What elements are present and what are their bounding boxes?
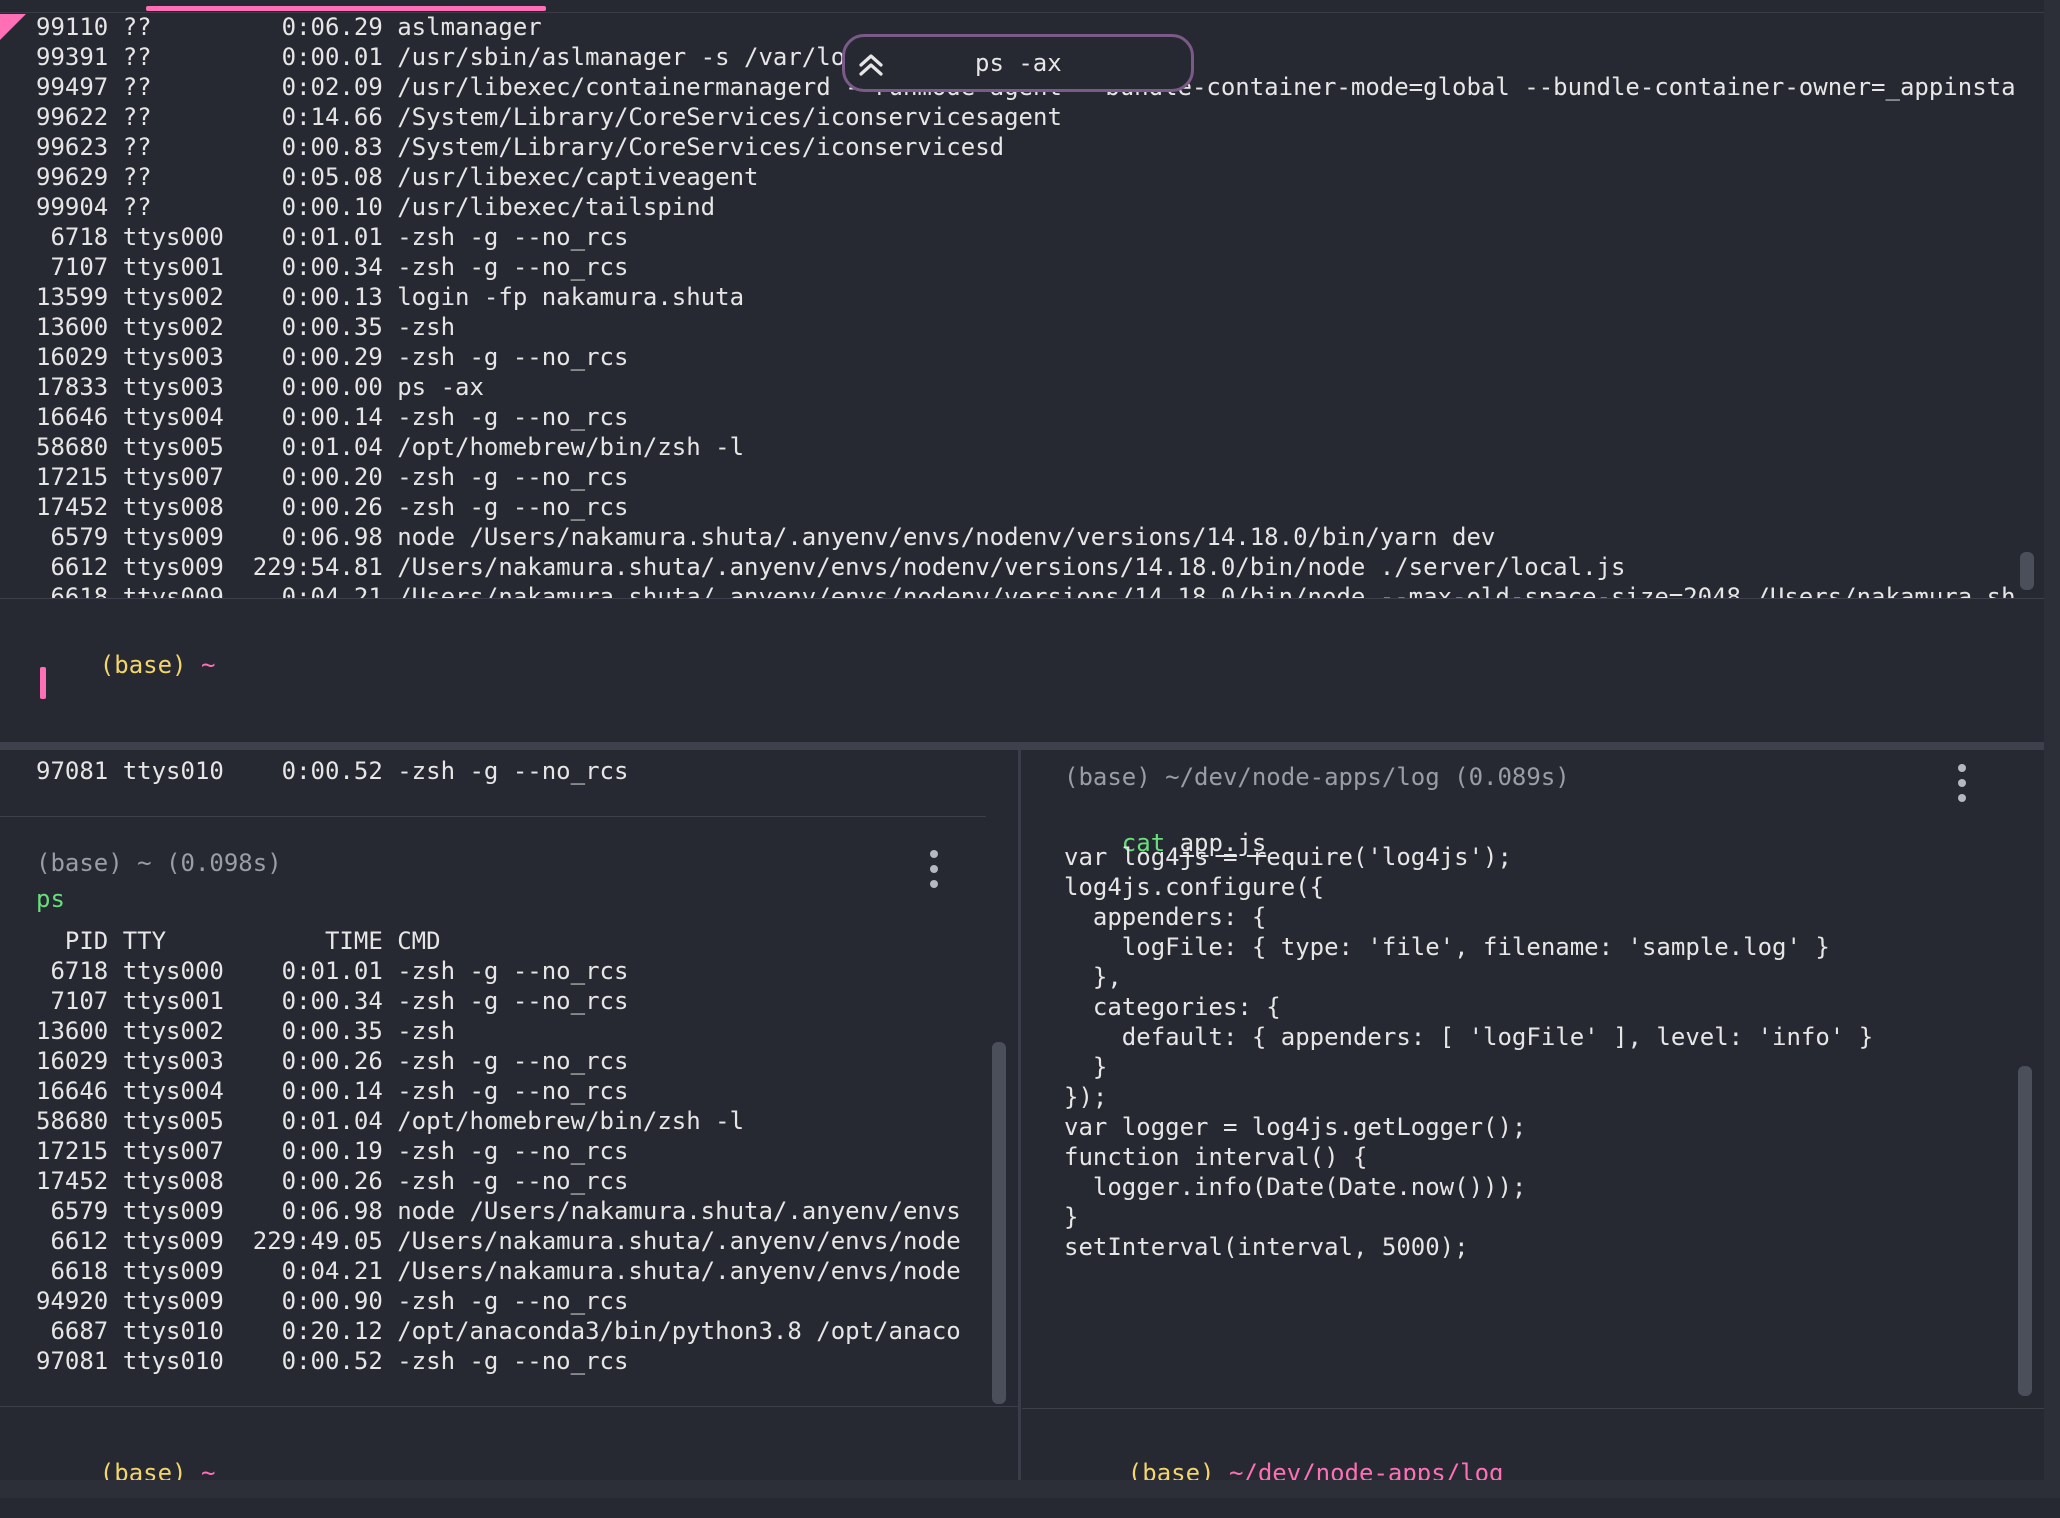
output-line: 16646 ttys004 0:00.14 -zsh -g --no_rcs <box>36 1077 629 1105</box>
ps-output: PID TTY TIME CMD 6718 ttys000 0:01.01 -z… <box>36 926 976 1406</box>
output-line: 6618 ttys009 0:04.21 /Users/nakamura.shu… <box>36 1257 961 1285</box>
corner-marker-icon <box>0 14 26 40</box>
code-line: log4js.configure({ <box>1064 873 1325 901</box>
block-menu-icon[interactable] <box>928 850 940 888</box>
output-line: 6718 ttys000 0:01.01 -zsh -g --no_rcs <box>36 223 629 251</box>
output-line: 6618 ttys009 0:04.21 /Users/nakamura.shu… <box>36 583 2016 598</box>
output-line: 16029 ttys003 0:00.29 -zsh -g --no_rcs <box>36 343 629 371</box>
output-line: 16029 ttys003 0:00.26 -zsh -g --no_rcs <box>36 1047 629 1075</box>
block-header: (base) ~/dev/node-apps/log (0.089s) <box>1064 763 1570 791</box>
bottom-right-prompt[interactable]: (base) ~/dev/node-apps/log <box>1070 1428 1504 1518</box>
output-line: 99629 ?? 0:05.08 /usr/libexec/captiveage… <box>36 163 759 191</box>
block-divider <box>0 816 986 817</box>
output-line: 99623 ?? 0:00.83 /System/Library/CoreSer… <box>36 133 1005 161</box>
output-line: 13600 ttys002 0:00.35 -zsh <box>36 1017 456 1045</box>
bottom-left-scrollbar[interactable] <box>992 1042 1006 1404</box>
bottom-right-scrollbar[interactable] <box>2018 1066 2032 1396</box>
code-line: logFile: { type: 'file', filename: 'samp… <box>1064 933 1830 961</box>
block-menu-icon[interactable] <box>1956 764 1968 802</box>
bottom-right-prompt-divider <box>1022 1408 2044 1409</box>
bottom-left-pane[interactable]: 97081 ttys010 0:00.52 -zsh -g --no_rcs (… <box>0 750 1018 1498</box>
output-line: 97081 ttys010 0:00.52 -zsh -g --no_rcs <box>36 757 629 785</box>
top-prompt: (base) ~ <box>42 620 216 710</box>
code-line: var logger = log4js.getLogger(); <box>1064 1113 1527 1141</box>
output-line: 99904 ?? 0:00.10 /usr/libexec/tailspind <box>36 193 716 221</box>
output-line: 97081 ttys010 0:00.52 -zsh -g --no_rcs <box>36 1347 629 1375</box>
top-scrollbar[interactable] <box>2020 552 2034 590</box>
output-line: 17452 ttys008 0:00.26 -zsh -g --no_rcs <box>36 493 629 521</box>
output-line: 17833 ttys003 0:00.00 ps -ax <box>36 373 484 401</box>
input-cursor[interactable] <box>40 667 46 699</box>
window-right-edge <box>2044 0 2060 1498</box>
code-line: appenders: { <box>1064 903 1267 931</box>
output-line: 7107 ttys001 0:00.34 -zsh -g --no_rcs <box>36 987 629 1015</box>
horizontal-split-divider[interactable] <box>0 742 2044 750</box>
block-header: (base) ~ (0.098s) <box>36 849 282 877</box>
bottom-left-prompt-divider <box>0 1406 1018 1407</box>
search-query[interactable]: ps -ax <box>975 48 1062 78</box>
code-line: } <box>1064 1203 1079 1231</box>
code-line: default: { appenders: [ 'logFile' ], lev… <box>1064 1023 1874 1051</box>
output-line: 17452 ttys008 0:00.26 -zsh -g --no_rcs <box>36 1167 629 1195</box>
window-bottom-edge <box>0 1480 2044 1498</box>
search-overlay[interactable]: ps -ax <box>842 34 1194 92</box>
output-line: 6579 ttys009 0:06.98 node /Users/nakamur… <box>36 523 1496 551</box>
output-line: 6579 ttys009 0:06.98 node /Users/nakamur… <box>36 1197 961 1225</box>
block-command: ps <box>36 885 65 913</box>
prompt-path: ~ <box>200 651 216 679</box>
output-line: 6612 ttys009 229:54.81 /Users/nakamura.s… <box>36 553 1626 581</box>
top-output-divider <box>0 598 2044 599</box>
output-line: 99622 ?? 0:14.66 /System/Library/CoreSer… <box>36 103 1062 131</box>
output-line: 94920 ttys009 0:00.90 -zsh -g --no_rcs <box>36 1287 629 1315</box>
output-line: 16646 ttys004 0:00.14 -zsh -g --no_rcs <box>36 403 629 431</box>
chevron-up-double-icon[interactable] <box>857 51 885 79</box>
bottom-right-pane[interactable]: (base) ~/dev/node-apps/log (0.089s) cat … <box>1022 750 2044 1498</box>
output-line: 17215 ttys007 0:00.19 -zsh -g --no_rcs <box>36 1137 629 1165</box>
output-line: 13600 ttys002 0:00.35 -zsh <box>36 313 456 341</box>
top-output: 99110 ?? 0:06.29 aslmanager 99391 ?? 0:0… <box>36 12 2016 598</box>
code-line: function interval() { <box>1064 1143 1368 1171</box>
top-pane[interactable]: 99110 ?? 0:06.29 aslmanager 99391 ?? 0:0… <box>0 0 2044 740</box>
code-output: var log4js = require('log4js'); log4js.c… <box>1064 842 2004 1408</box>
output-line: PID TTY TIME CMD <box>36 927 441 955</box>
code-line: } <box>1064 1053 1108 1081</box>
vertical-split-divider[interactable] <box>1018 750 1021 1480</box>
output-line: 6718 ttys000 0:01.01 -zsh -g --no_rcs <box>36 957 629 985</box>
code-line: }); <box>1064 1083 1108 1111</box>
top-progress-bar <box>146 6 546 11</box>
code-line: }, <box>1064 963 1122 991</box>
output-line: 6612 ttys009 229:49.05 /Users/nakamura.s… <box>36 1227 961 1255</box>
prompt-base: (base) <box>99 651 187 679</box>
code-line: var log4js = require('log4js'); <box>1064 843 1512 871</box>
output-line: 17215 ttys007 0:00.20 -zsh -g --no_rcs <box>36 463 629 491</box>
bottom-left-prompt[interactable]: (base) ~ <box>42 1428 216 1518</box>
code-line: categories: { <box>1064 993 1281 1021</box>
output-line: 58680 ttys005 0:01.04 /opt/homebrew/bin/… <box>36 433 745 461</box>
code-line: setInterval(interval, 5000); <box>1064 1233 1469 1261</box>
output-line: 6687 ttys010 0:20.12 /opt/anaconda3/bin/… <box>36 1317 961 1345</box>
code-line: logger.info(Date(Date.now())); <box>1064 1173 1527 1201</box>
output-line: 13599 ttys002 0:00.13 login -fp nakamura… <box>36 283 745 311</box>
bottom-left-top-output: 97081 ttys010 0:00.52 -zsh -g --no_rcs <box>36 750 996 790</box>
output-line: 7107 ttys001 0:00.34 -zsh -g --no_rcs <box>36 253 629 281</box>
output-line: 58680 ttys005 0:01.04 /opt/homebrew/bin/… <box>36 1107 745 1135</box>
